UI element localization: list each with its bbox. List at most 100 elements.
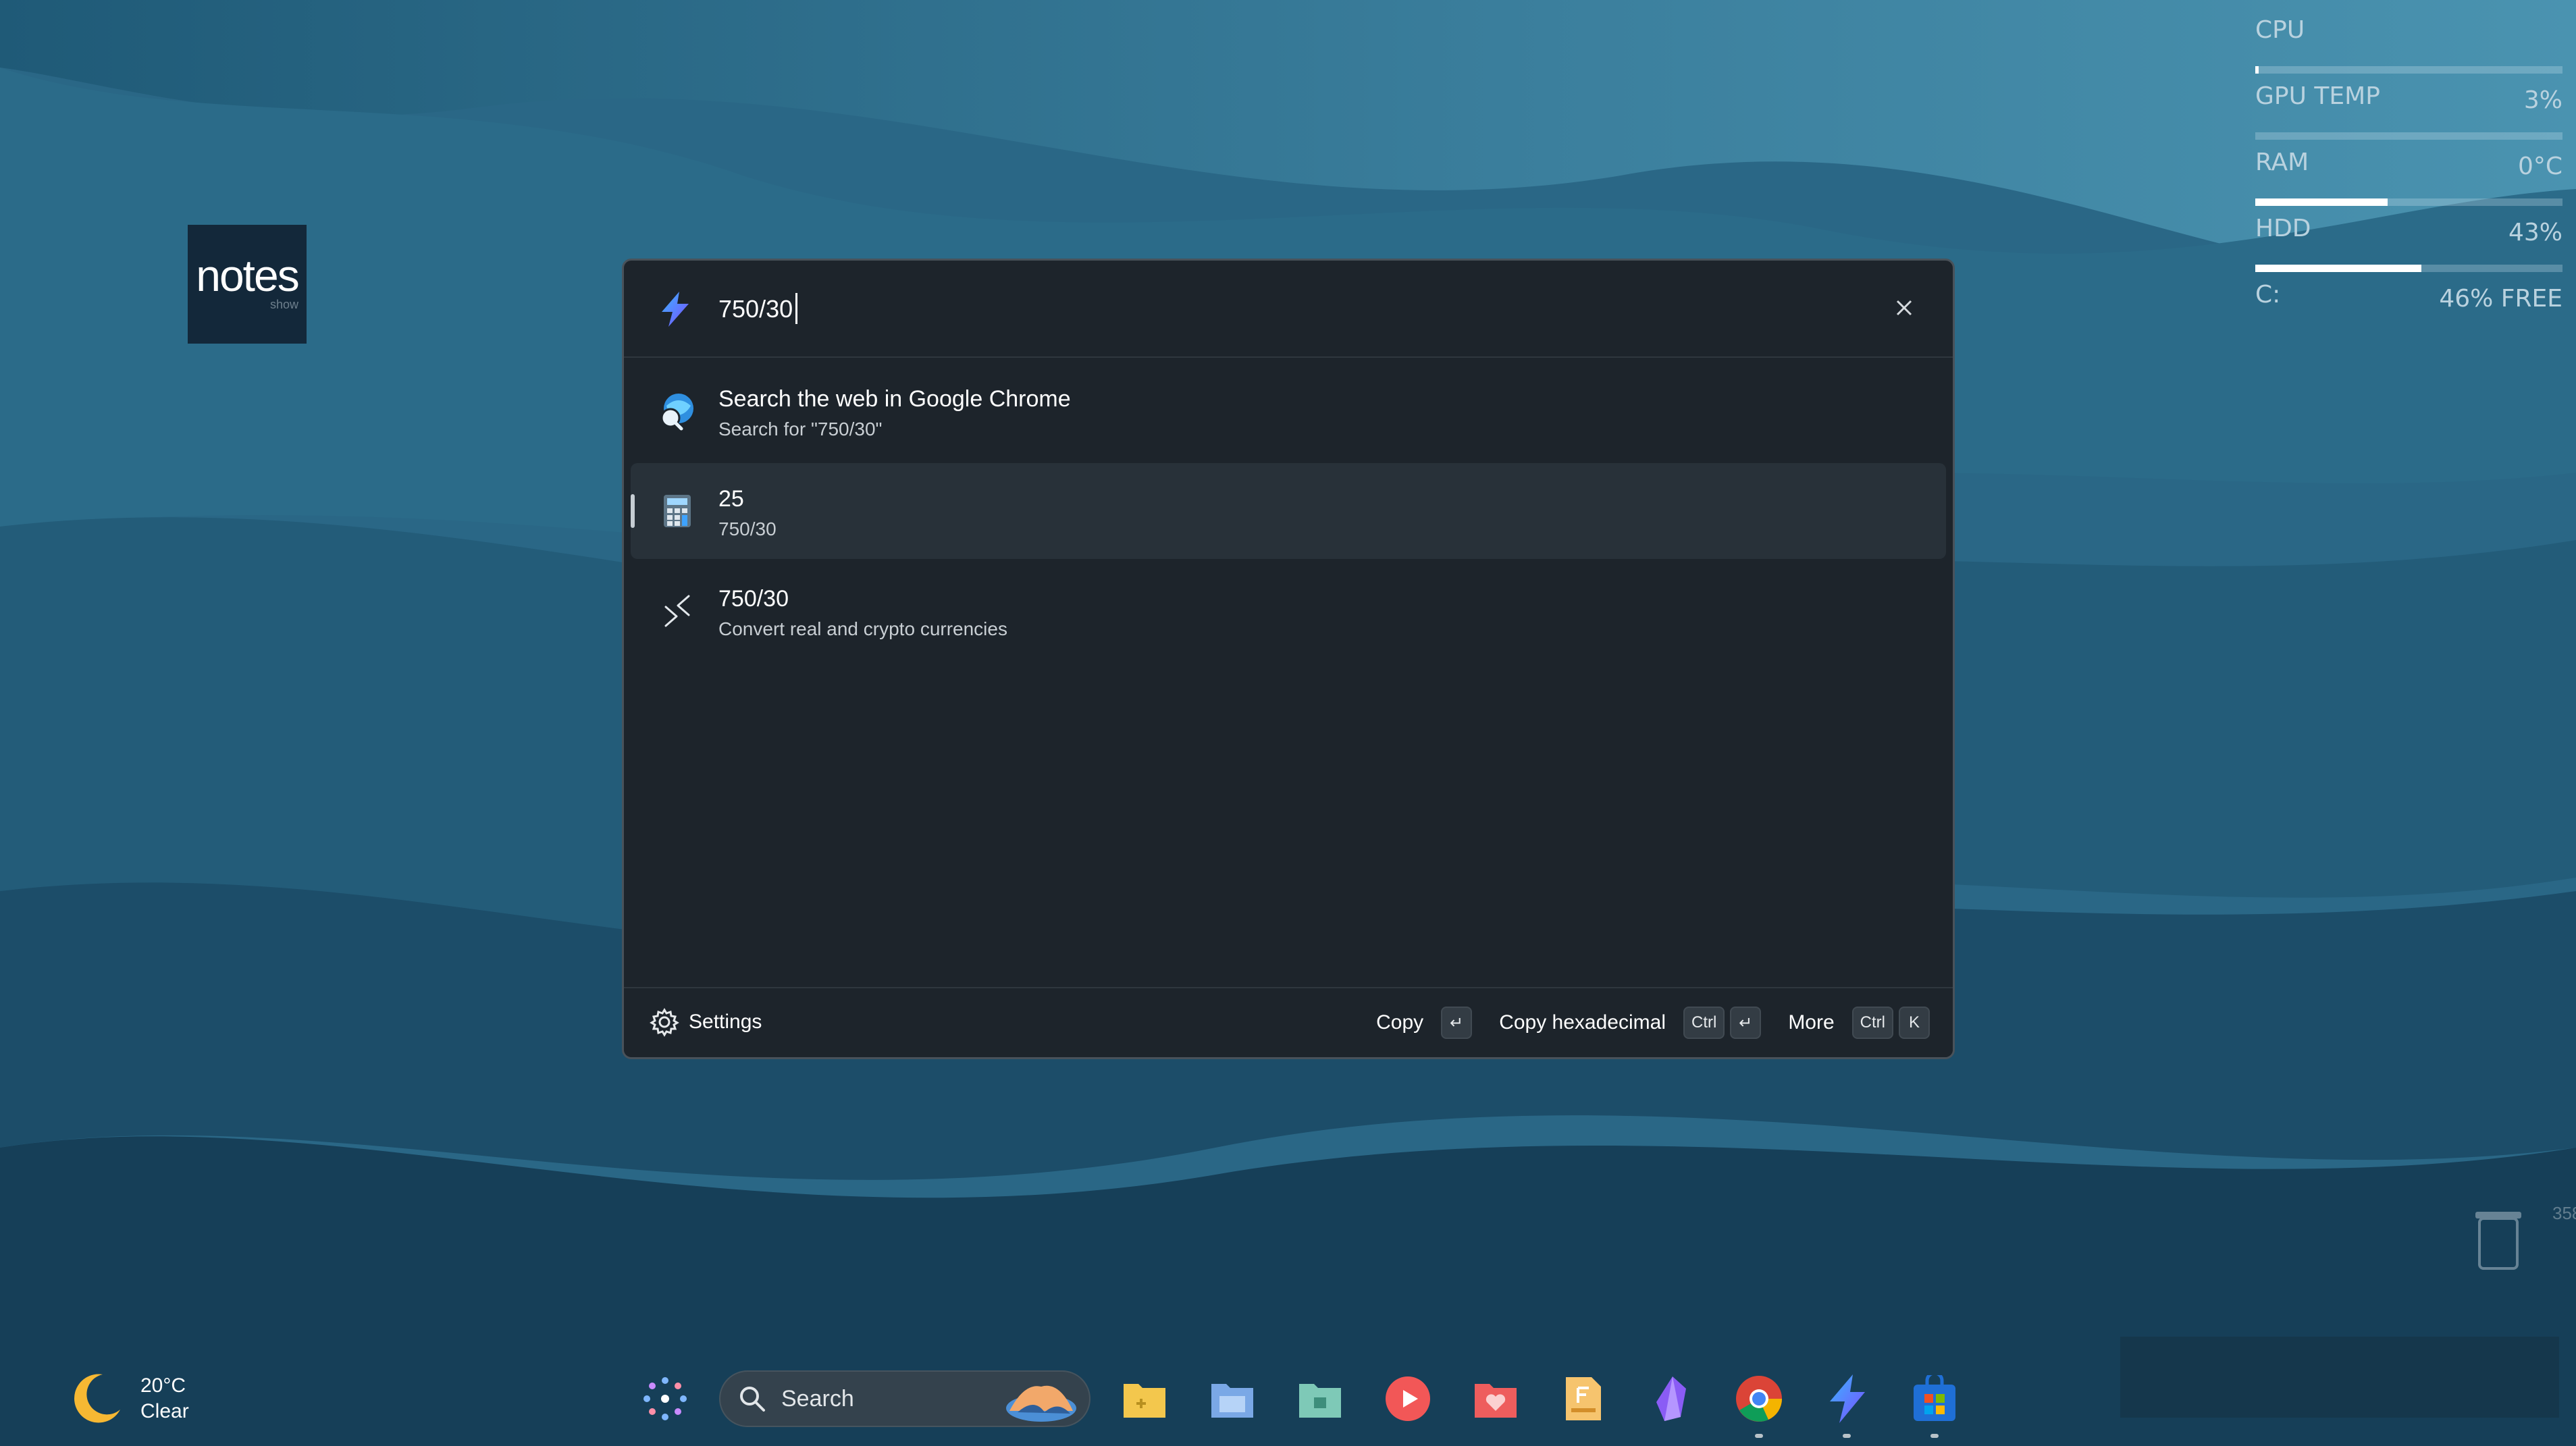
- result-title: Search the web in Google Chrome: [718, 386, 1071, 412]
- monitor-ram-bar: [2255, 198, 2562, 206]
- monitor-gpu-label: GPU TEMP: [2255, 82, 2380, 110]
- monitor-hdd-fill: [2255, 265, 2421, 272]
- monitor-ram-value: 0°C: [2517, 153, 2562, 180]
- result-subtitle: 750/30: [718, 518, 777, 539]
- favorites-icon: [1475, 1384, 1517, 1418]
- lightning-bolt-icon: [662, 292, 689, 327]
- font-viewer-icon: [1566, 1377, 1601, 1420]
- running-indicator: [1755, 1434, 1763, 1438]
- taskbar-font-viewer-button[interactable]: [1550, 1365, 1617, 1432]
- settings-button[interactable]: Settings: [650, 1005, 762, 1040]
- powertoys-run-icon: [1830, 1374, 1865, 1423]
- taskbar-search-box[interactable]: Search: [719, 1370, 1090, 1427]
- selection-indicator: [631, 494, 635, 528]
- taskbar-store-button[interactable]: [1901, 1365, 1968, 1438]
- files-icon: [1124, 1384, 1165, 1418]
- monitor-hdd-label: HDD: [2255, 215, 2311, 242]
- weather-condition: Clear: [140, 1400, 189, 1422]
- search-icon: [740, 1387, 765, 1412]
- monitor-cpu-bar: [2255, 66, 2562, 74]
- monitor-disk-value: 46% FREE: [2439, 285, 2562, 313]
- web-search-icon: [656, 390, 698, 432]
- running-indicator: [1930, 1434, 1939, 1438]
- chrome-icon: [1736, 1376, 1782, 1422]
- enter-key-badge: ↵: [1730, 1007, 1762, 1039]
- taskbar-obsidian-button[interactable]: [1637, 1365, 1705, 1432]
- search-highlight-image: [1006, 1385, 1076, 1422]
- recycle-bin-icon[interactable]: [2471, 1205, 2525, 1273]
- taskbar-widgets-button[interactable]: [631, 1365, 699, 1432]
- weather-text: 20°C Clear: [140, 1374, 189, 1423]
- weather-temp: 20°C: [140, 1374, 186, 1397]
- taskbar-explorer-button[interactable]: [1199, 1365, 1266, 1432]
- gallery-icon: [1299, 1384, 1341, 1418]
- taskbar-gallery-button[interactable]: [1286, 1365, 1354, 1432]
- taskbar-chrome-button[interactable]: [1725, 1365, 1793, 1438]
- obsidian-icon: [1656, 1376, 1686, 1421]
- monitor-hdd-bar: [2255, 265, 2562, 272]
- taskbar: 20°C Clear Search: [0, 1350, 2576, 1446]
- close-icon: [1896, 300, 1912, 316]
- monitor-cpu: CPU: [2255, 16, 2562, 82]
- monitor-cpu-fill: [2255, 66, 2259, 74]
- close-button[interactable]: [1887, 290, 1922, 325]
- result-item-web-search[interactable]: Search the web in Google Chrome Search f…: [631, 363, 1946, 459]
- enter-key-badge: ↵: [1441, 1007, 1473, 1039]
- notes-icon-title: notes: [196, 250, 299, 300]
- copy-action[interactable]: Copy ↵: [1376, 1007, 1473, 1039]
- media-player-icon: [1386, 1376, 1430, 1421]
- monitor-gpu-bar: [2255, 132, 2562, 140]
- copy-hex-label: Copy hexadecimal: [1499, 1011, 1666, 1034]
- currency-convert-icon: [656, 590, 698, 632]
- more-label: More: [1788, 1011, 1835, 1034]
- monitor-ram-fill: [2255, 198, 2388, 206]
- taskbar-files-button[interactable]: [1111, 1365, 1178, 1432]
- monitor-hdd: HDD 43%: [2255, 215, 2562, 281]
- gear-icon: [650, 1008, 679, 1037]
- ctrl-key-badge: Ctrl: [1851, 1007, 1893, 1039]
- result-subtitle: Search for "750/30": [718, 419, 883, 439]
- running-indicator: [1843, 1434, 1851, 1438]
- moon-icon: [74, 1374, 120, 1423]
- result-item-currency-converter[interactable]: 750/30 Convert real and crypto currencie…: [631, 563, 1946, 659]
- result-item-calculator[interactable]: 25 750/30: [631, 463, 1946, 559]
- monitor-ram-label: RAM: [2255, 149, 2309, 176]
- result-title: 750/30: [718, 586, 789, 612]
- monitor-ram: RAM 0°C: [2255, 149, 2562, 215]
- notes-icon-subtitle: show: [269, 297, 298, 311]
- footer-actions: Copy ↵ Copy hexadecimal Ctrl ↵ More Ctrl…: [1349, 1005, 1930, 1041]
- launcher-footer: Settings Copy ↵ Copy hexadecimal Ctrl ↵ …: [624, 987, 1953, 1057]
- more-action[interactable]: More Ctrl K: [1788, 1007, 1930, 1039]
- monitor-disk: C: 46% FREE: [2255, 281, 2562, 321]
- explorer-icon: [1211, 1384, 1253, 1418]
- copy-label: Copy: [1376, 1011, 1424, 1034]
- weather-widget[interactable]: 20°C Clear: [68, 1365, 189, 1432]
- results-list: Search the web in Google Chrome Search f…: [631, 363, 1946, 663]
- monitor-hdd-value: 43%: [2508, 219, 2562, 246]
- result-subtitle: Convert real and crypto currencies: [718, 618, 1007, 639]
- monitor-gpu-value: 3%: [2523, 86, 2562, 114]
- taskbar-search-label: Search: [781, 1385, 854, 1412]
- monitor-gpu: GPU TEMP 3%: [2255, 82, 2562, 149]
- store-icon: [1914, 1375, 1955, 1421]
- taskbar-apps: Search: [631, 1365, 1989, 1438]
- notes-desktop-icon[interactable]: notes show: [188, 225, 307, 344]
- system-monitor-widget: CPU GPU TEMP 3% RAM 0°C HDD 43% C: 46% F…: [2255, 16, 2562, 321]
- taskbar-media-player-button[interactable]: [1374, 1365, 1442, 1432]
- k-key-badge: K: [1899, 1007, 1930, 1039]
- launcher-window: Search the web in Google Chrome Search f…: [622, 259, 1955, 1059]
- launcher-search-bar: [624, 261, 1953, 358]
- recycle-bin-count: 358: [2552, 1203, 2576, 1223]
- taskbar-favorites-button[interactable]: [1462, 1365, 1529, 1432]
- widgets-icon: [643, 1377, 687, 1420]
- monitor-cpu-label: CPU: [2255, 16, 2305, 44]
- settings-label: Settings: [689, 1011, 762, 1033]
- result-title: 25: [718, 486, 744, 512]
- copy-hexadecimal-action[interactable]: Copy hexadecimal Ctrl ↵: [1499, 1007, 1762, 1039]
- monitor-disk-label: C:: [2255, 281, 2281, 309]
- calculator-icon: [656, 490, 698, 532]
- text-caret: [795, 293, 797, 324]
- taskbar-powertoys-run-button[interactable]: [1813, 1365, 1881, 1438]
- launcher-query-input[interactable]: [718, 285, 1731, 333]
- ctrl-key-badge: Ctrl: [1683, 1007, 1725, 1039]
